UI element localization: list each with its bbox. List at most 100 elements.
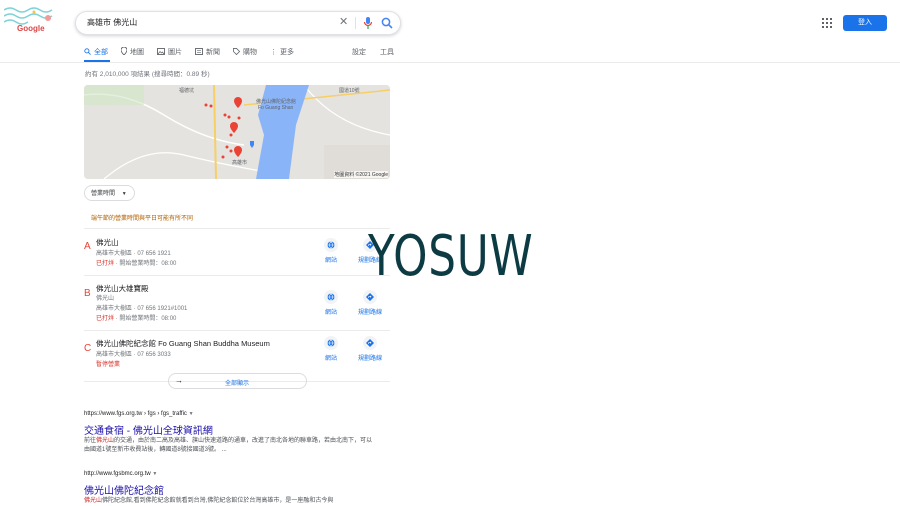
tab-images[interactable]: 圖片 <box>157 44 182 60</box>
snippet-highlight: 佛光山 <box>84 498 103 504</box>
place-status-line: 暫停營業 <box>96 359 120 368</box>
view-all-button[interactable]: → 全部顯示 <box>168 373 307 389</box>
directions-icon <box>363 336 377 350</box>
place-letter: A <box>84 236 91 254</box>
search-tools: 設定 工具 <box>352 47 394 57</box>
globe-icon <box>324 290 338 304</box>
place-marker-b: B <box>84 288 91 299</box>
search-input[interactable]: 高雄市 佛光山 <box>87 17 137 28</box>
website-label: 網站 <box>324 356 337 362</box>
globe-icon <box>324 238 338 252</box>
search-icon[interactable] <box>381 16 393 34</box>
tab-label: 全部 <box>94 49 108 56</box>
tab-shopping[interactable]: 購物 <box>233 44 257 60</box>
view-all-label: 全部顯示 <box>225 381 250 387</box>
image-icon <box>157 47 165 57</box>
place-hours: · 開始營業時間：08:00 <box>114 316 177 322</box>
snippet-highlight: 佛光山 <box>96 438 115 444</box>
place-name[interactable]: 佛光山 <box>96 237 119 248</box>
directions-label: 規劃路線 <box>357 310 382 316</box>
sign-in-button[interactable]: 登入 <box>843 15 887 31</box>
website-button[interactable]: 網站 <box>317 238 345 264</box>
website-label: 網站 <box>324 310 337 316</box>
clear-icon[interactable]: ✕ <box>339 15 348 28</box>
hours-filter-label: 營業時間 <box>91 191 116 197</box>
place-address: 高雄市大樹區 · 07 656 1921#1001 <box>96 306 188 312</box>
website-label: 網站 <box>324 258 337 264</box>
directions-button[interactable]: 規劃路線 <box>356 336 384 362</box>
tab-more[interactable]: ⋮ 更多 <box>270 44 294 60</box>
website-button[interactable]: 網站 <box>317 290 345 316</box>
divider <box>84 228 390 229</box>
tab-news[interactable]: 新聞 <box>195 44 220 60</box>
settings-link[interactable]: 設定 <box>352 47 366 57</box>
search-icon <box>84 47 91 57</box>
chevron-down-icon[interactable]: ▼ <box>189 411 194 417</box>
place-status: 已打烊 <box>96 316 115 322</box>
result-title[interactable]: 佛光山佛陀紀念館 <box>84 482 164 497</box>
chevron-down-icon: ▼ <box>121 191 127 197</box>
place-name[interactable]: 佛光山佛陀紀念館 Fo Guang Shan Buddha Museum <box>96 338 270 349</box>
place-status: 暫停營業 <box>96 362 121 368</box>
website-button[interactable]: 網站 <box>317 336 345 362</box>
place-hours: · 開始營業時間：08:00 <box>114 261 177 267</box>
place-marker-a: A <box>84 241 91 252</box>
place-status: 已打烊 <box>96 261 115 267</box>
svg-text:Google: Google <box>17 24 45 33</box>
search-box[interactable]: 高雄市 佛光山 ✕ <box>75 11 401 35</box>
search-divider <box>355 17 356 29</box>
map-label: 國道10號 <box>339 88 360 94</box>
result-snippet: 佛光山佛陀紀念館,看到佛陀紀念館就看到台灣,佛陀紀念館位於台灣高雄市，是一座融和… <box>84 497 374 506</box>
divider <box>84 330 390 331</box>
result-url: https://www.fgs.org.tw › fgs › fgs_traff… <box>84 411 194 417</box>
result-url-text: http://www.fgsbmc.org.tw <box>84 471 151 477</box>
result-url-text: https://www.fgs.org.tw › fgs › fgs_traff… <box>84 411 187 417</box>
place-letter: B <box>84 283 91 301</box>
map-pin-icon <box>120 46 128 57</box>
tab-label: 圖片 <box>168 49 182 56</box>
more-icon: ⋮ <box>270 49 277 56</box>
map-label: 福德坑 <box>179 88 195 94</box>
tab-maps[interactable]: 地圖 <box>120 44 144 60</box>
snippet-text: 前往 <box>84 438 97 444</box>
result-snippet: 前往佛光山的交通，由於南二高及高雄、旗山快速道路的通車，改進了南北各地的聯車路，… <box>84 437 374 455</box>
tab-all[interactable]: 全部 <box>84 44 108 60</box>
result-stats: 約有 2,010,000 項結果 (搜尋時間：0.89 秒) <box>85 71 210 78</box>
globe-icon <box>324 336 338 350</box>
chevron-down-icon[interactable]: ▼ <box>152 471 157 477</box>
result-title[interactable]: 交通食宿 - 佛光山全球資訊網 <box>84 422 213 437</box>
apps-grid-icon[interactable] <box>821 16 833 28</box>
tools-link[interactable]: 工具 <box>380 47 394 57</box>
place-status-line: 已打烊 · 開始營業時間：08:00 <box>96 313 176 322</box>
holiday-hours-notice: 端午節的營業時間與平日可能有所不同 <box>91 216 194 222</box>
place-category: 佛光山 <box>96 296 115 302</box>
header-divider <box>0 62 900 63</box>
map-label: Fo Guang Shan <box>258 105 294 111</box>
map-copyright: 地圖資料 ©2021 Google <box>334 171 388 178</box>
tab-label: 新聞 <box>206 49 220 56</box>
place-address: 高雄市大樹區 · 07 656 1921 <box>96 251 171 257</box>
local-map[interactable]: 福德坑 佛光山佛陀紀念館 Fo Guang Shan 國道10號 高雄市 地圖資… <box>84 85 390 179</box>
result-url: http://www.fgsbmc.org.tw ▼ <box>84 471 157 477</box>
divider <box>84 275 390 276</box>
place-address: 高雄市大樹區 · 07 656 3033 <box>96 352 171 358</box>
directions-icon <box>363 290 377 304</box>
tab-label: 更多 <box>280 49 294 56</box>
google-doodle-logo[interactable]: Google <box>3 4 66 38</box>
directions-button[interactable]: 規劃路線 <box>356 290 384 316</box>
arrow-right-icon: → <box>175 376 183 385</box>
place-status-line: 已打烊 · 開始營業時間：08:00 <box>96 258 176 267</box>
tab-label: 地圖 <box>130 49 144 56</box>
snippet-text: 的交通，由於南二高及高雄、旗山快速道路的通車，改進了南北各地的聯車路，若由北南下… <box>84 438 373 453</box>
tag-icon <box>233 47 241 57</box>
watermark-text: YOSUW <box>368 224 534 289</box>
place-letter: C <box>84 338 91 356</box>
map-label: 佛光山佛陀紀念館 <box>256 99 297 105</box>
directions-label: 規劃路線 <box>357 356 382 362</box>
hours-filter-dropdown[interactable]: 營業時間 ▼ <box>84 185 135 201</box>
news-icon <box>195 47 203 57</box>
microphone-icon[interactable] <box>363 16 373 35</box>
map-label: 高雄市 <box>232 160 248 166</box>
snippet-text: 佛陀紀念館,看到佛陀紀念館就看到台灣,佛陀紀念館位於台灣高雄市，是一座融和古今與 <box>102 498 334 504</box>
tab-label: 購物 <box>243 49 257 56</box>
